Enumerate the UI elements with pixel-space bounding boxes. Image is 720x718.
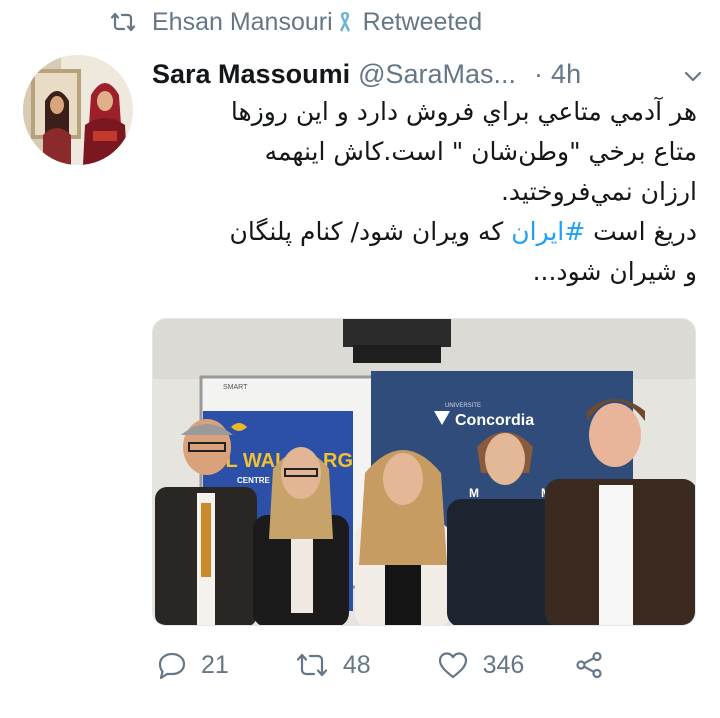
- tweet-actions: 21 48 346: [157, 640, 604, 690]
- author-handle[interactable]: @SaraMas...: [358, 59, 516, 90]
- tweet-text-line: ارزان نمي‌فروختيد.: [500, 177, 697, 206]
- separator-dot: ·: [534, 58, 544, 89]
- reply-count: 21: [201, 650, 229, 679]
- person-3: [355, 450, 451, 625]
- retweet-icon: [110, 9, 152, 35]
- tweet-text: هر آدمي متاعي براي فروش دارد و اين روزها…: [152, 92, 697, 292]
- like-button[interactable]: 346: [437, 650, 525, 680]
- banner-right-brand: Concordia: [455, 412, 534, 429]
- banner-right-small: UNIVERSITE: [445, 403, 481, 409]
- retweet-icon: [295, 650, 329, 680]
- share-icon: [574, 650, 604, 680]
- tweet-text-fragment: دريغ است: [585, 217, 697, 246]
- retweeter-name[interactable]: Ehsan Mansouri: [152, 8, 333, 37]
- tweet-header: Sara Massoumi @SaraMas... · 4h: [152, 54, 704, 94]
- chevron-down-icon[interactable]: [682, 63, 704, 85]
- tweet-photo[interactable]: SMART UL WAL RG CENTRE FOR H UNIVERSITE …: [152, 318, 696, 626]
- retweet-button[interactable]: 48: [295, 650, 371, 680]
- tweet-text-fragment: که ويران شود/ کنام پلنگان: [229, 217, 512, 246]
- avatar[interactable]: [23, 55, 133, 165]
- tweet-text-line: هر آدمي متاعي براي فروش دارد و اين روزها: [230, 97, 697, 126]
- reply-icon: [157, 650, 187, 680]
- author-name[interactable]: Sara Massoumi: [152, 59, 350, 90]
- like-count: 346: [482, 650, 525, 679]
- tweet-text-line: متاع برخي "وطن‌شان " است.کاش اينهمه: [264, 137, 697, 166]
- retweeted-label: Retweeted: [362, 7, 483, 36]
- retweet-context[interactable]: Ehsan Mansouri Retweeted: [110, 6, 482, 38]
- share-button[interactable]: [574, 650, 604, 680]
- heart-icon: [437, 650, 469, 680]
- reply-button[interactable]: 21: [157, 650, 229, 680]
- banner-right-tag1: M: [469, 486, 479, 500]
- tweet-time[interactable]: 4h: [551, 59, 581, 90]
- retweet-count: 48: [342, 650, 371, 679]
- hashtag-link[interactable]: #ايران: [511, 217, 585, 246]
- ribbon-icon: [333, 10, 363, 34]
- tweet-text-line: و شيران شود...: [532, 257, 697, 286]
- tweet-text-line: دريغ است #ايران که ويران شود/ کنام پلنگا…: [152, 212, 697, 252]
- whiteboard-brand: SMART: [223, 384, 248, 391]
